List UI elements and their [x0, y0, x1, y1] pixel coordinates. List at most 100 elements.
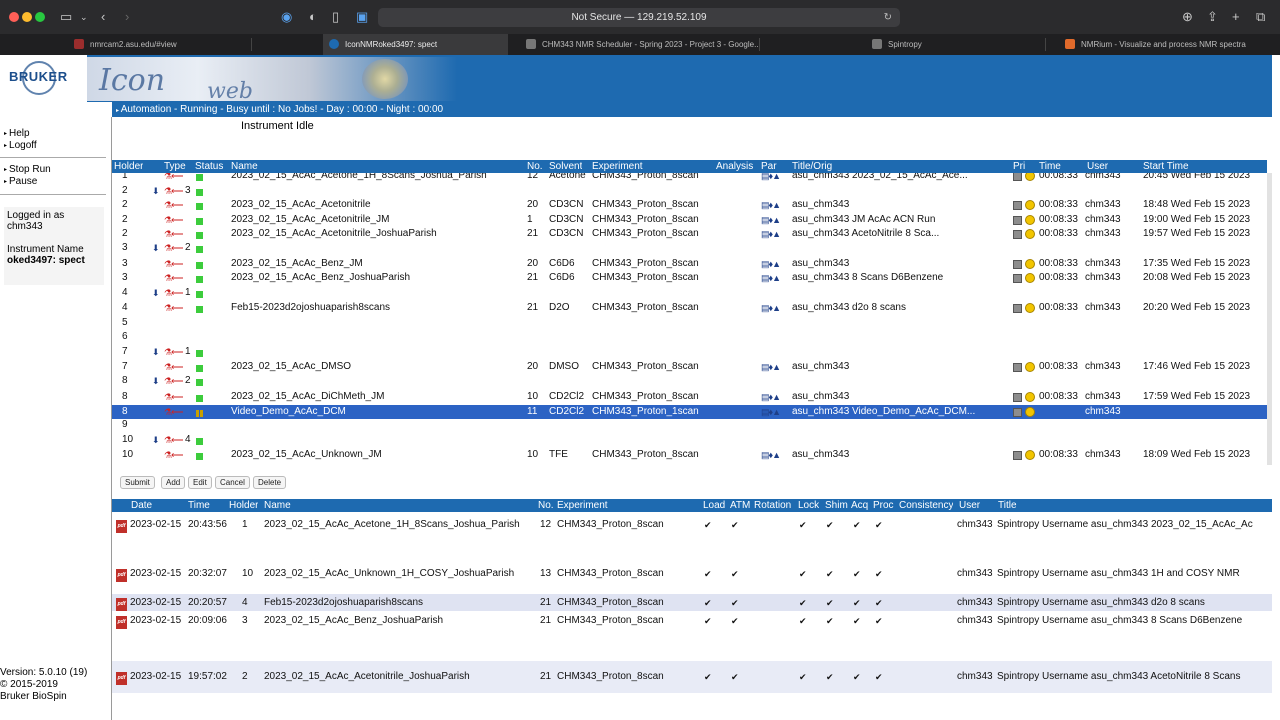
priority-icon[interactable] — [1013, 273, 1035, 287]
parameter-icons[interactable]: ▤♦▲ — [761, 271, 780, 285]
minimize-window-button[interactable] — [22, 12, 32, 22]
expand-arrow-icon[interactable]: ⬇ — [152, 433, 160, 447]
expand-arrow-icon[interactable]: ⬇ — [152, 374, 160, 388]
name-cell[interactable]: Feb15-2023d2ojoshuaparish8scans — [231, 301, 521, 315]
col-user[interactable]: User — [1087, 160, 1108, 173]
hcol-lock[interactable]: Lock — [798, 499, 819, 512]
name-cell[interactable]: 2023_02_15_AcAc_Acetonitrile_JoshuaParis… — [231, 227, 521, 241]
queue-row[interactable]: 10 ⬇ ⚗⟵ 4 — [112, 433, 1267, 447]
chevron-down-icon[interactable]: ⌄ — [80, 9, 88, 25]
add-button[interactable]: Add — [161, 476, 186, 489]
queue-row[interactable]: 7 ⬇ ⚗⟵ 1 — [112, 345, 1267, 359]
col-holder[interactable]: Holder — [114, 160, 143, 173]
parameter-icons[interactable]: ▤♦▲ — [761, 390, 780, 404]
parameter-icons[interactable]: ▤♦▲ — [761, 173, 780, 183]
help-link[interactable]: ▸ Help — [4, 128, 30, 139]
hcol-acq[interactable]: Acq — [851, 499, 868, 512]
bitwarden-icon[interactable]: ▣ — [356, 9, 368, 25]
pdf-icon[interactable]: pdf — [116, 568, 127, 582]
download-icon[interactable]: ⊕ — [1182, 9, 1193, 25]
parameter-icons[interactable]: ▤♦▲ — [761, 257, 780, 271]
reload-icon[interactable]: ↻ — [884, 8, 892, 27]
tab-iconnmr[interactable]: IconNMRoked3497: spect — [323, 34, 508, 55]
history-row[interactable]: pdf 2023-02-15 20:20:57 4 Feb15-2023d2ojoshu… — [112, 594, 1272, 611]
history-row[interactable]: pdf 2023-02-15 20:43:56 1 2023_02_15_AcAc_Ac… — [112, 516, 1272, 533]
name-cell[interactable]: 2023_02_15_AcAc_Unknown_JM — [231, 448, 521, 462]
parameter-icons[interactable]: ▤♦▲ — [761, 405, 780, 419]
queue-row[interactable]: 2 ⬇ ⚗⟵ 3 — [112, 184, 1267, 198]
pdf-icon[interactable]: pdf — [116, 615, 127, 629]
name-cell[interactable]: 2023_02_15_AcAc_DiChMeth_JM — [231, 390, 521, 404]
hcol-rotation[interactable]: Rotation — [754, 499, 791, 512]
edit-button[interactable]: Edit — [188, 476, 212, 489]
forward-icon[interactable]: › — [125, 9, 129, 25]
queue-row[interactable]: 5 — [112, 316, 1267, 330]
col-par[interactable]: Par — [761, 160, 777, 173]
tab-spintropy[interactable]: Spintropy — [866, 34, 1046, 55]
priority-icon[interactable] — [1013, 303, 1035, 317]
pdf-icon[interactable]: pdf — [116, 671, 127, 685]
col-analysis[interactable]: Analysis — [716, 160, 753, 173]
queue-row[interactable]: 3 ⬇ ⚗⟵ 2 — [112, 241, 1267, 255]
col-solvent[interactable]: Solvent — [549, 160, 582, 173]
col-type[interactable]: Type — [164, 160, 186, 173]
col-title[interactable]: Title/Orig — [792, 160, 832, 173]
name-cell[interactable]: 2023_02_15_AcAc_Acetonitrile_JM — [231, 213, 521, 227]
address-bar[interactable]: Not Secure — 129.219.52.109 ↻ — [378, 8, 900, 27]
history-row[interactable]: pdf 2023-02-15 19:57:02 2 2023_02_15_AcAc_Ac… — [112, 661, 1272, 693]
col-no[interactable]: No. — [527, 160, 543, 173]
queue-row[interactable]: 7 ⚗⟵ 2023_02_15_AcAc_DMSO 20 DMSO CHM343_Prot… — [112, 360, 1267, 374]
hcol-title[interactable]: Title — [998, 499, 1017, 512]
queue-row[interactable]: 1 ⚗⟵ 2023_02_15_AcAc_Acetone_1H_8Scans_Jos… — [112, 173, 1267, 183]
document-icon[interactable]: ▯ — [332, 9, 339, 25]
hcol-holder[interactable]: Holder — [229, 499, 258, 512]
hcol-proc[interactable]: Proc — [873, 499, 894, 512]
history-row[interactable]: pdf 2023-02-15 20:32:07 10 2023_02_15_AcAc_U… — [112, 555, 1272, 592]
submit-button[interactable]: Submit — [120, 476, 155, 489]
queue-row[interactable]: 8 ⬇ ⚗⟵ 2 — [112, 374, 1267, 388]
delete-button[interactable]: Delete — [253, 476, 287, 489]
queue-row[interactable]: 10 ⚗⟵ 2023_02_15_AcAc_Unknown_JM 10 TFE CHM34… — [112, 448, 1267, 462]
hcol-load[interactable]: Load — [703, 499, 725, 512]
queue-row[interactable]: 2 ⚗⟵ 2023_02_15_AcAc_Acetonitrile_JoshuaPa… — [112, 227, 1267, 241]
queue-scrollbar[interactable] — [1267, 173, 1272, 465]
expand-arrow-icon[interactable]: ⬇ — [152, 241, 160, 255]
queue-row[interactable]: 3 ⚗⟵ 2023_02_15_AcAc_Benz_JoshuaParish 21 C6… — [112, 271, 1267, 285]
col-time[interactable]: Time — [1039, 160, 1061, 173]
expand-arrow-icon[interactable]: ⬇ — [152, 286, 160, 300]
parameter-icons[interactable]: ▤♦▲ — [761, 360, 780, 374]
queue-row[interactable]: 6 — [112, 330, 1267, 344]
parameter-icons[interactable]: ▤♦▲ — [761, 448, 780, 462]
col-start-time[interactable]: Start Time — [1143, 160, 1189, 173]
parameter-icons[interactable]: ▤♦▲ — [761, 301, 780, 315]
pdf-icon[interactable]: pdf — [116, 597, 127, 611]
hcol-atm[interactable]: ATM — [730, 499, 750, 512]
priority-icon[interactable] — [1013, 450, 1035, 464]
tab-overview-icon[interactable]: ⧉ — [1256, 9, 1265, 25]
expand-arrow-icon[interactable]: ⬇ — [152, 184, 160, 198]
hcol-time[interactable]: Time — [188, 499, 210, 512]
sidebar-toggle-icon[interactable]: ▭ — [60, 9, 72, 25]
priority-icon[interactable] — [1013, 392, 1035, 406]
col-experiment[interactable]: Experiment — [592, 160, 643, 173]
name-cell[interactable]: 2023_02_15_AcAc_DMSO — [231, 360, 521, 374]
hcol-user[interactable]: User — [959, 499, 980, 512]
queue-row[interactable]: 3 ⚗⟵ 2023_02_15_AcAc_Benz_JM 20 C6D6 CHM343_P… — [112, 257, 1267, 271]
new-tab-icon[interactable]: + — [1232, 9, 1240, 25]
col-status[interactable]: Status — [195, 160, 223, 173]
back-icon[interactable]: ‹ — [101, 9, 105, 25]
history-row[interactable]: pdf 2023-02-15 20:09:06 3 2023_02_15_AcAc_Be… — [112, 612, 1272, 629]
col-pri[interactable]: Pri — [1013, 160, 1025, 173]
tab-scheduler[interactable]: CHM343 NMR Scheduler - Spring 2023 - Pro… — [520, 34, 760, 55]
logoff-link[interactable]: ▸ Logoff — [4, 140, 37, 151]
hcol-consistency[interactable]: Consistency — [899, 499, 953, 512]
pause-link[interactable]: ▸ Pause — [4, 176, 37, 187]
queue-row[interactable]: 8 ⚗⟵ Video_Demo_AcAc_DCM 11 CD2Cl2 CHM343_Pro… — [112, 405, 1267, 419]
hcol-no[interactable]: No. — [538, 499, 554, 512]
parameter-icons[interactable]: ▤♦▲ — [761, 227, 780, 241]
parameter-icons[interactable]: ▤♦▲ — [761, 213, 780, 227]
hcol-date[interactable]: Date — [131, 499, 152, 512]
expand-arrow-icon[interactable]: ⬇ — [152, 345, 160, 359]
name-cell[interactable]: 2023_02_15_AcAc_Benz_JoshuaParish — [231, 271, 521, 285]
stop-run-link[interactable]: ▸ Stop Run — [4, 164, 51, 175]
